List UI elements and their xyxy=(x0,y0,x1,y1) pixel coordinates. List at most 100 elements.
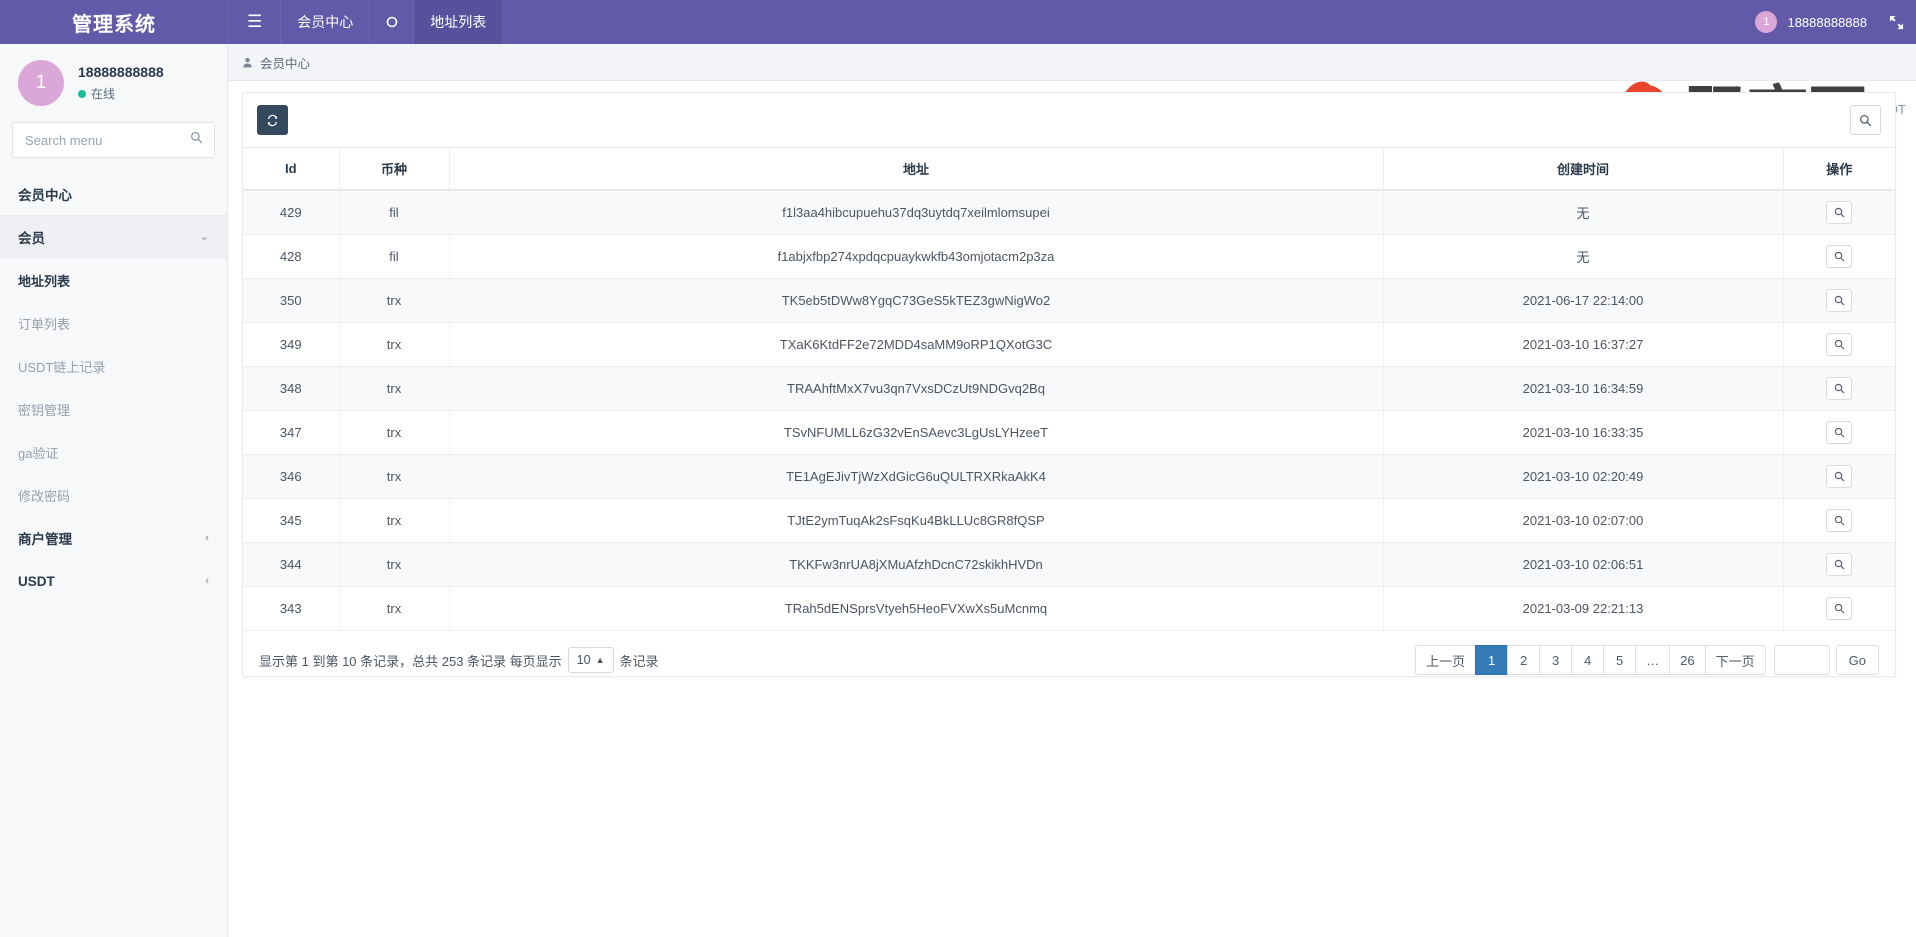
table-row[interactable]: 344trxTKKFw3nrUA8jXMuAfzhDcnC72skikhHVDn… xyxy=(243,543,1895,587)
view-detail-button[interactable] xyxy=(1826,597,1852,620)
pagination-prev[interactable]: 上一页 xyxy=(1415,645,1475,675)
cell-action xyxy=(1783,279,1895,323)
nav-tab-member-center[interactable]: 会员中心 xyxy=(280,0,369,44)
table-row[interactable]: 345trxTJtE2ymTuqAk2sFsqKu4BkLLUc8GR8fQSP… xyxy=(243,499,1895,543)
fullscreen-button[interactable] xyxy=(1877,0,1916,44)
nav-tab-label: 会员中心 xyxy=(297,12,353,32)
profile-status: 在线 xyxy=(78,85,164,102)
caret-up-icon: ▲ xyxy=(596,655,605,665)
pagination-page-3[interactable]: 3 xyxy=(1539,645,1571,675)
chevron-down-icon: ⌄ xyxy=(200,230,209,243)
sidebar-item-address-list[interactable]: 地址列表 xyxy=(0,258,227,301)
column-header-address[interactable]: 地址 xyxy=(449,148,1383,191)
cell-coin: trx xyxy=(339,411,449,455)
table-row[interactable]: 348trxTRAAhftMxX7vu3qn7VxsDCzUt9NDGvq2Bq… xyxy=(243,367,1895,411)
table-info-text: 显示第 1 到第 10 条记录，总共 253 条记录 每页显示 xyxy=(259,651,562,670)
view-detail-button[interactable] xyxy=(1826,553,1852,576)
sidebar-item-member[interactable]: 会员 ⌄ xyxy=(0,215,227,258)
avatar: 1 xyxy=(18,60,64,106)
sidebar-item-change-password[interactable]: 修改密码 xyxy=(0,473,227,516)
brand-title: 管理系统 xyxy=(0,0,228,44)
sidebar-item-key-management[interactable]: 密钥管理 xyxy=(0,387,227,430)
column-header-action[interactable]: 操作 xyxy=(1783,148,1895,191)
profile-status-label: 在线 xyxy=(91,85,115,102)
sidebar-item-label: 修改密码 xyxy=(18,486,70,505)
cell-address: TRAAhftMxX7vu3qn7VxsDCzUt9NDGvq2Bq xyxy=(449,367,1383,411)
pagination-goto-input[interactable] xyxy=(1774,645,1830,675)
sidebar-menu: 会员中心 会员 ⌄ 地址列表 订单列表 USDT链上记录 密钥管理 ga验证 修… xyxy=(0,172,227,602)
search-input[interactable] xyxy=(12,122,215,158)
cell-coin: trx xyxy=(339,367,449,411)
magnifier-icon xyxy=(1834,515,1845,526)
view-detail-button[interactable] xyxy=(1826,245,1852,268)
pagination-ellipsis: … xyxy=(1635,645,1669,675)
sidebar-search-wrap xyxy=(0,120,227,172)
table-row[interactable]: 347trxTSvNFUMLL6zG32vEnSAevc3LgUsLYHzeeT… xyxy=(243,411,1895,455)
main-content: 会员中心 码商网 USDT xyxy=(228,44,1916,937)
view-detail-button[interactable] xyxy=(1826,377,1852,400)
page-length-value: 10 xyxy=(577,653,591,667)
table-row[interactable]: 350trxTK5eb5tDWw8YgqC73GeS5kTEZ3gwNigWo2… xyxy=(243,279,1895,323)
pagination-page-1[interactable]: 1 xyxy=(1475,645,1507,675)
fullscreen-icon xyxy=(1889,15,1904,30)
sidebar-item-merchant-management[interactable]: 商户管理 ‹ xyxy=(0,516,227,559)
cell-coin: trx xyxy=(339,499,449,543)
view-detail-button[interactable] xyxy=(1826,201,1852,224)
sidebar-profile: 1 18888888888 在线 xyxy=(0,44,227,120)
sidebar-item-label: 地址列表 xyxy=(18,271,70,290)
cell-action xyxy=(1783,411,1895,455)
cell-address: TK5eb5tDWw8YgqC73GeS5kTEZ3gwNigWo2 xyxy=(449,279,1383,323)
sidebar-item-usdt-chain-records[interactable]: USDT链上记录 xyxy=(0,344,227,387)
nav-tab-address-list[interactable]: 地址列表 xyxy=(413,0,502,44)
cell-created-time: 2021-03-10 16:33:35 xyxy=(1383,411,1783,455)
view-detail-button[interactable] xyxy=(1826,509,1852,532)
column-header-id[interactable]: Id xyxy=(243,148,339,191)
cell-action xyxy=(1783,235,1895,279)
nav-tab-label: 地址列表 xyxy=(430,12,486,32)
table-row[interactable]: 349trxTXaK6KtdFF2e72MDD4saMM9oRP1QXotG3C… xyxy=(243,323,1895,367)
cell-action xyxy=(1783,455,1895,499)
pagination-page-26[interactable]: 26 xyxy=(1669,645,1704,675)
cell-id: 346 xyxy=(243,455,339,499)
cell-created-time: 2021-03-10 16:34:59 xyxy=(1383,367,1783,411)
sidebar-item-member-center[interactable]: 会员中心 xyxy=(0,172,227,215)
magnifier-icon xyxy=(1834,559,1845,570)
navbar-user-area[interactable]: 1 18888888888 xyxy=(1755,0,1877,44)
cell-id: 429 xyxy=(243,190,339,235)
refresh-button[interactable] xyxy=(257,105,288,135)
cell-created-time: 2021-03-10 16:37:27 xyxy=(1383,323,1783,367)
sidebar-item-label: USDT链上记录 xyxy=(18,357,105,376)
pagination-page-5[interactable]: 5 xyxy=(1603,645,1635,675)
pagination-page-4[interactable]: 4 xyxy=(1571,645,1603,675)
table-row[interactable]: 343trxTRah5dENSprsVtyeh5HeoFVXwXs5uMcnmq… xyxy=(243,587,1895,631)
sidebar-item-order-list[interactable]: 订单列表 xyxy=(0,301,227,344)
table-row[interactable]: 428filf1abjxfbp274xpdqcpuaykwkfb43omjota… xyxy=(243,235,1895,279)
top-navbar: 管理系统 ☰ 会员中心 地址列表 1 18888888888 xyxy=(0,0,1916,44)
view-detail-button[interactable] xyxy=(1826,289,1852,312)
table-toolbar xyxy=(243,93,1895,147)
pagination-next[interactable]: 下一页 xyxy=(1705,645,1766,675)
view-detail-button[interactable] xyxy=(1826,465,1852,488)
table-row[interactable]: 346trxTE1AgEJivTjWzXdGicG6uQULTRXRkaAkK4… xyxy=(243,455,1895,499)
cell-address: TXaK6KtdFF2e72MDD4saMM9oRP1QXotG3C xyxy=(449,323,1383,367)
cell-id: 345 xyxy=(243,499,339,543)
pagination-page-2[interactable]: 2 xyxy=(1507,645,1539,675)
profile-meta: 18888888888 在线 xyxy=(78,64,164,102)
cell-action xyxy=(1783,323,1895,367)
table-search-button[interactable] xyxy=(1850,105,1881,135)
sidebar-item-ga-verification[interactable]: ga验证 xyxy=(0,430,227,473)
address-list-panel: Id 币种 地址 创建时间 操作 429filf1l3aa4hibcupuehu… xyxy=(242,92,1896,677)
nav-tab-circle[interactable] xyxy=(369,0,413,44)
sidebar-item-usdt[interactable]: USDT ‹ xyxy=(0,559,227,602)
column-header-created-time[interactable]: 创建时间 xyxy=(1383,148,1783,191)
hamburger-menu-button[interactable]: ☰ xyxy=(228,0,280,44)
cell-id: 347 xyxy=(243,411,339,455)
pagination-go-button[interactable]: Go xyxy=(1836,645,1879,675)
view-detail-button[interactable] xyxy=(1826,421,1852,444)
table-row[interactable]: 429filf1l3aa4hibcupuehu37dq3uytdq7xeilml… xyxy=(243,190,1895,235)
chevron-left-icon: ‹ xyxy=(205,532,209,544)
view-detail-button[interactable] xyxy=(1826,333,1852,356)
column-header-coin[interactable]: 币种 xyxy=(339,148,449,191)
page-length-select[interactable]: 10 ▲ xyxy=(568,647,614,673)
magnifier-icon xyxy=(1834,295,1845,306)
